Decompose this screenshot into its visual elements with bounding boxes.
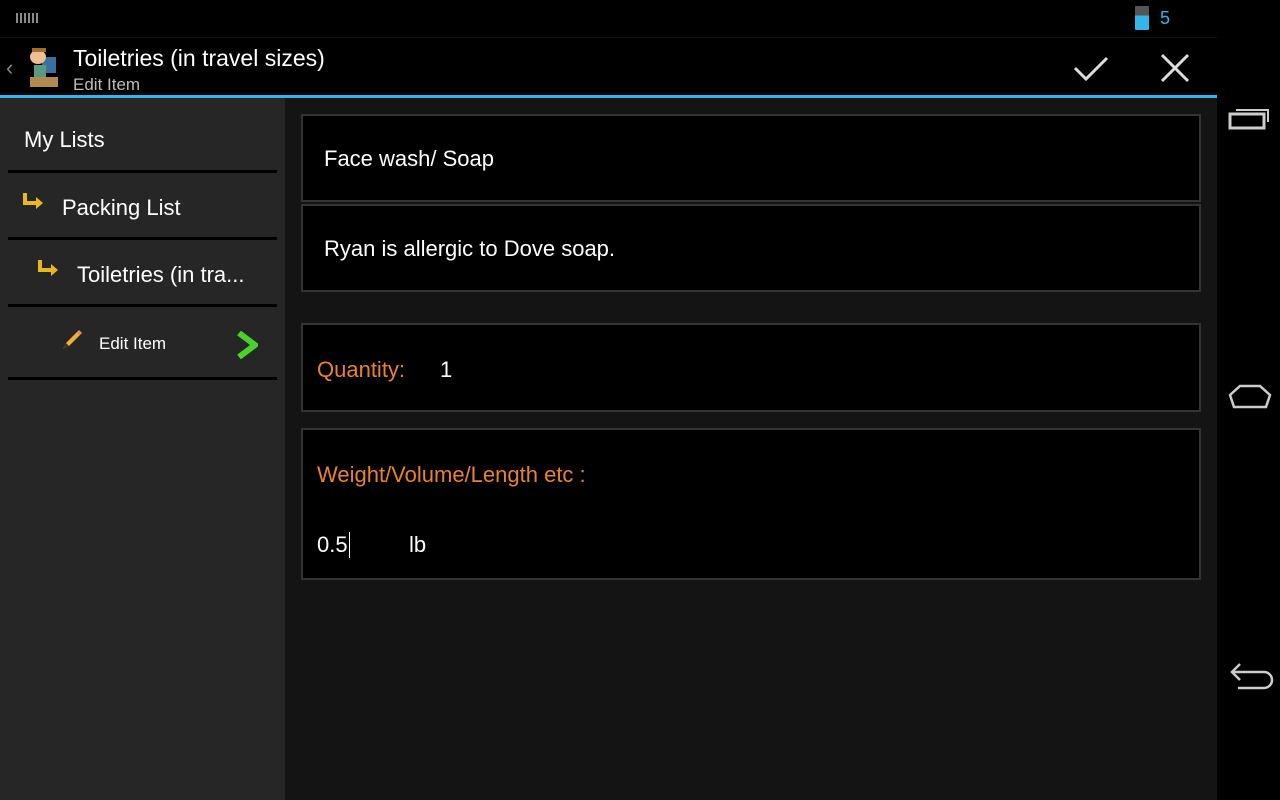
sidebar-item-toiletries[interactable]: Toiletries (in tra...: [8, 240, 277, 307]
quantity-field[interactable]: Quantity: 1: [301, 323, 1201, 412]
item-note-input[interactable]: Ryan is allergic to Dove soap.: [301, 204, 1201, 292]
up-caret-icon[interactable]: ‹: [6, 55, 13, 81]
recent-apps-icon[interactable]: [1228, 104, 1272, 132]
sidebar-item-my-lists[interactable]: My Lists: [8, 98, 277, 173]
sidebar-item-label: Toiletries (in tra...: [77, 262, 245, 287]
sidebar-item-label: Packing List: [62, 195, 181, 220]
item-note-value: Ryan is allergic to Dove soap.: [324, 236, 616, 261]
measure-input[interactable]: 0.5: [317, 532, 350, 558]
status-bar: 5: [0, 0, 1217, 38]
close-icon[interactable]: [1155, 50, 1195, 86]
quantity-label: Quantity:: [317, 357, 406, 382]
sidebar-item-packing-list[interactable]: Packing List: [8, 173, 277, 240]
chevron-right-icon: [237, 331, 258, 359]
sidebar-item-label: Edit Item: [99, 334, 167, 353]
system-nav-bar: [1217, 0, 1280, 800]
item-name-value: Face wash/ Soap: [324, 146, 494, 171]
keyboard-icon: [16, 13, 38, 23]
clock: 5: [1160, 8, 1171, 28]
measure-label: Weight/Volume/Length etc :: [317, 462, 586, 487]
battery-charging-icon: [1135, 6, 1149, 30]
measure-unit[interactable]: lb: [409, 532, 426, 558]
edit-item-form: Face wash/ Soap Ryan is allergic to Dove…: [285, 98, 1217, 800]
screen-title: Toiletries (in travel sizes): [73, 45, 325, 71]
measure-field: Weight/Volume/Length etc : 0.5 lb: [301, 428, 1201, 580]
sidebar-item-label: My Lists: [24, 127, 105, 152]
sidebar-item-edit-item[interactable]: Edit Item: [8, 307, 277, 380]
home-icon[interactable]: [1228, 383, 1272, 411]
app-logo[interactable]: [24, 45, 64, 91]
subitem-arrow-icon: [23, 193, 43, 209]
item-name-input[interactable]: Face wash/ Soap: [301, 114, 1201, 202]
subitem-arrow-icon: [38, 260, 58, 276]
screen-subtitle: Edit Item: [73, 75, 141, 94]
quantity-input[interactable]: 1: [440, 357, 452, 383]
back-icon[interactable]: [1228, 660, 1276, 692]
pencil-icon: [63, 330, 82, 349]
check-icon[interactable]: [1071, 50, 1111, 86]
sidebar: My Lists Packing List Toiletries (in tra…: [0, 98, 285, 800]
